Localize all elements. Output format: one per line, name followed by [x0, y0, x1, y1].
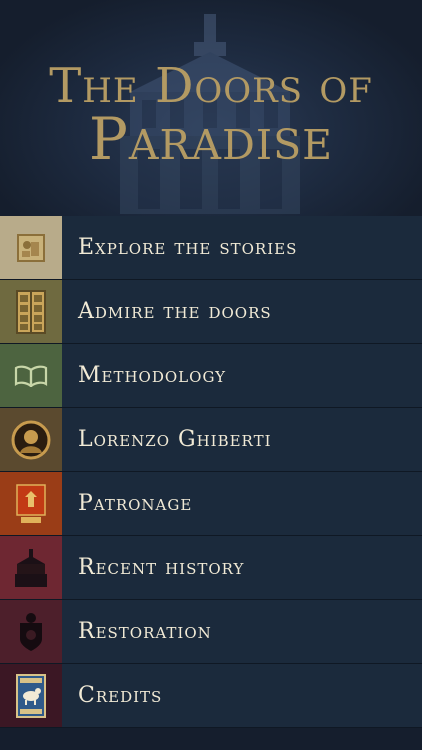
menu-item-label: Admire the doors	[78, 299, 272, 324]
baptistery-thumbnail-icon	[0, 536, 62, 599]
coat-of-arms-thumbnail-icon	[0, 600, 62, 663]
header-banner: The Doors of Paradise	[0, 0, 422, 216]
menu-item-label: Credits	[78, 683, 163, 708]
menu-item-recent-history[interactable]: Recent history	[0, 536, 422, 600]
menu-item-patronage[interactable]: Patronage	[0, 472, 422, 536]
menu-item-label: Explore the stories	[78, 235, 298, 260]
main-menu: Explore the stories Admire the doors Met…	[0, 216, 422, 728]
lamb-emblem-thumbnail-icon	[0, 664, 62, 727]
relief-panel-thumbnail-icon	[0, 216, 62, 279]
portrait-medallion-thumbnail-icon	[0, 408, 62, 471]
menu-item-label: Recent history	[78, 555, 245, 580]
menu-item-admire-doors[interactable]: Admire the doors	[0, 280, 422, 344]
menu-item-explore-stories[interactable]: Explore the stories	[0, 216, 422, 280]
menu-item-label: Methodology	[78, 363, 227, 388]
footer-bar	[0, 728, 422, 750]
menu-item-label: Lorenzo Ghiberti	[78, 427, 272, 452]
app-title-line1: The Doors of	[49, 58, 373, 114]
menu-item-methodology[interactable]: Methodology	[0, 344, 422, 408]
menu-item-restoration[interactable]: Restoration	[0, 600, 422, 664]
open-book-thumbnail-icon	[0, 344, 62, 407]
guild-emblem-thumbnail-icon	[0, 472, 62, 535]
menu-item-credits[interactable]: Credits	[0, 664, 422, 728]
menu-item-label: Restoration	[78, 619, 212, 644]
menu-item-label: Patronage	[78, 491, 193, 516]
menu-item-lorenzo-ghiberti[interactable]: Lorenzo Ghiberti	[0, 408, 422, 472]
doors-thumbnail-icon	[0, 280, 62, 343]
app-title-line2: Paradise	[88, 105, 334, 173]
